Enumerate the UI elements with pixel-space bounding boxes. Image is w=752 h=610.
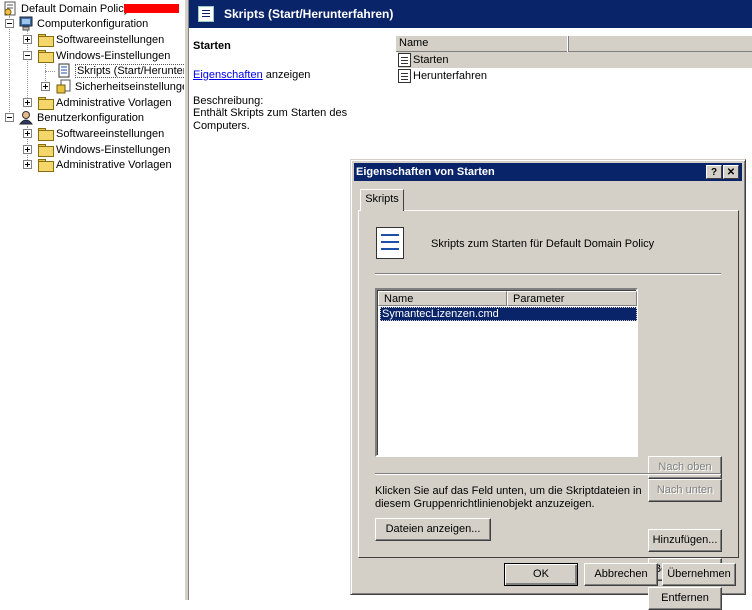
- expand-toggle[interactable]: [23, 129, 32, 138]
- folder-icon: [37, 33, 54, 47]
- expand-toggle[interactable]: [41, 82, 50, 91]
- computer-icon: [19, 16, 33, 31]
- cancel-button[interactable]: Abbrechen: [584, 563, 658, 586]
- move-up-button[interactable]: Nach oben: [648, 456, 722, 479]
- folder-icon: [37, 49, 54, 63]
- tree-item-user-software-settings[interactable]: Softwareeinstellungen: [37, 126, 164, 141]
- description-text: Enthält Skripts zum Starten des Computer…: [193, 107, 348, 132]
- description-label: Beschreibung:: [193, 95, 264, 107]
- tree-item-computer-config[interactable]: Computerkonfiguration: [18, 16, 148, 31]
- divider: [375, 473, 721, 475]
- tree-label: Administrative Vorlagen: [56, 96, 172, 109]
- expand-toggle[interactable]: [23, 98, 32, 107]
- tree-label: Softwareeinstellungen: [56, 127, 165, 140]
- console-tree: Default Domain Policy Computerkonfigurat…: [0, 0, 184, 600]
- tree-label: Softwareeinstellungen: [56, 33, 165, 46]
- close-button[interactable]: ✕: [723, 165, 739, 179]
- tree-label: Computerkonfiguration: [37, 17, 149, 30]
- folder-icon: [37, 96, 54, 110]
- script-name-cell: SymantecLizenzen.cmd: [382, 308, 499, 320]
- dialog-title: Eigenschaften von Starten: [356, 166, 495, 178]
- expand-toggle[interactable]: [23, 35, 32, 44]
- tree-item-software-settings[interactable]: Softwareeinstellungen: [37, 32, 164, 47]
- details-header-title: Skripts (Start/Herunterfahren): [224, 7, 394, 21]
- security-icon: [56, 79, 71, 94]
- scripts-for-label: Skripts zum Starten für Default Domain P…: [431, 238, 655, 250]
- collapse-toggle[interactable]: [5, 113, 14, 122]
- expand-toggle[interactable]: [23, 145, 32, 154]
- hint-text: Klicken Sie auf das Feld unten, um die S…: [375, 485, 642, 510]
- script-icon: [398, 53, 411, 67]
- list-header: Name: [396, 35, 752, 52]
- tree-label: Administrative Vorlagen: [56, 158, 172, 171]
- tree-label: Windows-Einstellungen: [56, 143, 171, 156]
- tab-scripts[interactable]: Skripts: [360, 189, 404, 211]
- properties-link[interactable]: Eigenschaften: [193, 69, 263, 81]
- column-header-name[interactable]: Name: [396, 36, 569, 52]
- tree-label: Default Domain Policy: [21, 2, 130, 15]
- tree-connector: [9, 16, 10, 118]
- apply-button[interactable]: Übernehmen: [662, 563, 736, 586]
- list-item-label: Herunterfahren: [413, 70, 487, 82]
- tree-item-default-domain-policy[interactable]: Default Domain Policy: [2, 1, 129, 16]
- tree-label: Skripts (Start/Herunter: [75, 63, 184, 78]
- tree-label: Sicherheitseinstellunge: [75, 80, 184, 93]
- redaction-mark: [124, 4, 179, 13]
- dialog-titlebar[interactable]: Eigenschaften von Starten ? ✕: [354, 163, 742, 181]
- show-files-button[interactable]: Dateien anzeigen...: [375, 518, 491, 541]
- table-row[interactable]: SymantecLizenzen.cmd: [380, 307, 637, 321]
- list-item-label: Starten: [413, 54, 449, 66]
- script-icon: [198, 6, 214, 22]
- tree-item-admin-templates[interactable]: Administrative Vorlagen: [37, 95, 172, 110]
- details-header: Skripts (Start/Herunterfahren): [189, 0, 752, 28]
- section-title: Starten: [193, 40, 231, 52]
- collapse-toggle[interactable]: [23, 51, 32, 60]
- divider: [375, 273, 721, 275]
- folder-icon: [37, 127, 54, 141]
- column-header-parameter[interactable]: Parameter: [507, 291, 637, 306]
- properties-line: Eigenschaften anzeigen: [193, 69, 310, 81]
- tree-item-windows-settings[interactable]: Windows-Einstellungen: [37, 48, 170, 63]
- policy-icon: [4, 1, 16, 16]
- properties-suffix: anzeigen: [262, 69, 311, 81]
- tree-connector: [45, 71, 55, 72]
- user-icon: [18, 111, 34, 125]
- column-header-name[interactable]: Name: [378, 291, 507, 306]
- properties-dialog: Eigenschaften von Starten ? ✕ Skripts Sk…: [350, 159, 746, 610]
- add-button[interactable]: Hinzufügen...: [648, 529, 722, 552]
- list-item-herunterfahren[interactable]: Herunterfahren: [398, 68, 487, 84]
- script-icon: [376, 227, 404, 259]
- tree-item-user-config[interactable]: Benutzerkonfiguration: [18, 110, 144, 125]
- list-item-starten[interactable]: Starten: [398, 52, 752, 68]
- folder-icon: [37, 143, 54, 157]
- listview-header: Name Parameter: [378, 291, 637, 306]
- script-icon: [58, 63, 70, 78]
- remove-button[interactable]: Entfernen: [648, 587, 722, 610]
- script-icon: [398, 69, 411, 83]
- tab-pane: Skripts zum Starten für Default Domain P…: [358, 210, 739, 610]
- ok-button[interactable]: OK: [504, 563, 578, 586]
- tree-item-security-settings[interactable]: Sicherheitseinstellunge: [56, 79, 184, 94]
- tree-label: Benutzerkonfiguration: [37, 111, 145, 124]
- tree-item-user-windows-settings[interactable]: Windows-Einstellungen: [37, 142, 170, 157]
- tree-item-scripts[interactable]: Skripts (Start/Herunter: [56, 63, 184, 78]
- collapse-toggle[interactable]: [5, 19, 14, 28]
- scripts-listview[interactable]: Name Parameter SymantecLizenzen.cmd: [375, 288, 638, 457]
- help-button[interactable]: ?: [706, 165, 722, 179]
- tree-item-user-admin-templates[interactable]: Administrative Vorlagen: [37, 157, 172, 172]
- expand-toggle[interactable]: [23, 160, 32, 169]
- tree-label: Windows-Einstellungen: [56, 49, 171, 62]
- folder-icon: [37, 158, 54, 172]
